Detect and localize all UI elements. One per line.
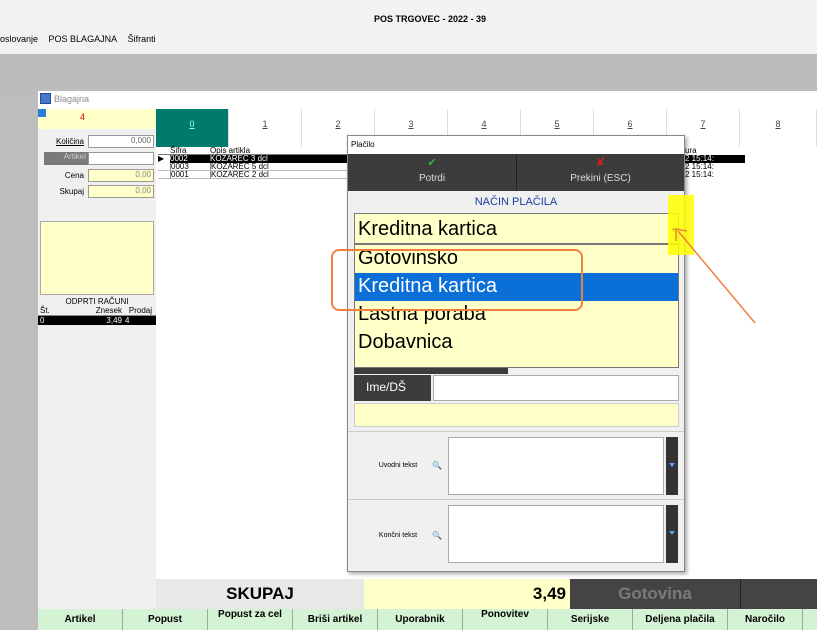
artikel-label: Artikel xyxy=(44,152,88,165)
menu-item-poslovanje[interactable]: oslovanje xyxy=(0,34,38,44)
uvodni-search-icon[interactable]: 🔍 xyxy=(432,461,442,470)
ime-input[interactable] xyxy=(433,375,679,401)
option-dobavnica[interactable]: Dobavnica xyxy=(355,329,678,357)
menu-bar: oslovanje POS BLAGAJNA Šifranti xyxy=(0,34,164,50)
odprti-header: Št. Znesek Prodaj xyxy=(38,306,156,316)
kolicina-label: Količina xyxy=(55,137,84,146)
col-sifra: Šifra xyxy=(170,146,187,155)
ponovitev-button[interactable]: Ponovitev xyxy=(463,609,548,630)
items-table: Šifra Opis artikla ▶ 0002 KOZAREC 3 dcl … xyxy=(158,147,348,179)
cell-opis: KOZAREC 2 dcl xyxy=(210,171,346,179)
koncni-section: Končni tekst 🔍 xyxy=(348,499,684,571)
popust-cel-button[interactable]: Popust za cel xyxy=(208,609,293,630)
refresh-icon[interactable] xyxy=(38,109,46,117)
odprti-col-znesek: Znesek xyxy=(95,306,122,315)
kolicina-input[interactable]: 0,000 xyxy=(88,135,154,148)
cena-label: Cena xyxy=(64,171,84,180)
odprti-col-st: Št. xyxy=(40,306,50,315)
potrdi-button[interactable]: ✔ Potrdi xyxy=(348,154,516,191)
odprti-row[interactable]: 0 3,49 4 xyxy=(38,316,156,325)
function-buttons: Artikel Popust Popust za cel Briši artik… xyxy=(38,609,817,630)
row-pointer-icon: ▶ xyxy=(158,155,170,163)
skupaj-total-label: SKUPAJ xyxy=(156,579,364,609)
deljena-placila-button[interactable]: Deljena plačila xyxy=(633,609,728,630)
tab-1[interactable]: 1 xyxy=(229,109,302,147)
check-icon: ✔ xyxy=(427,157,437,169)
window-titlebar: Blagajna xyxy=(38,91,817,109)
annotation-arrow xyxy=(675,228,756,324)
tab-0[interactable]: 0 xyxy=(156,109,229,147)
tab-8[interactable]: 8 xyxy=(740,109,817,147)
koncni-search-icon[interactable]: 🔍 xyxy=(432,531,442,540)
uvodni-section: Uvodni tekst 🔍 xyxy=(348,431,684,499)
odprti-title: ODPRTI RAČUNI xyxy=(65,297,129,306)
koncni-textarea[interactable] xyxy=(448,505,664,563)
serijske-button[interactable]: Serijske xyxy=(548,609,633,630)
highlight-frame xyxy=(331,249,583,311)
prekini-button[interactable]: ✘ Prekini (ESC) xyxy=(516,154,684,191)
narocilo-button[interactable]: Naročilo xyxy=(728,609,803,630)
brisi-artikel-button[interactable]: Briši artikel xyxy=(293,609,378,630)
potrdi-label: Potrdi xyxy=(418,173,446,184)
cena-value: 0,00 xyxy=(88,169,154,182)
artikel-input[interactable] xyxy=(88,152,154,165)
gotovina-button[interactable]: Gotovina xyxy=(570,579,740,609)
ime-detail-field[interactable] xyxy=(354,403,679,427)
ime-label: Ime/DŠ xyxy=(354,375,431,401)
uvodni-textarea[interactable] xyxy=(448,437,664,495)
skupaj-total-value: 3,49 xyxy=(364,579,570,609)
placilo-dialog: Plačilo ✔ Potrdi ✘ Prekini (ESC) NAČIN P… xyxy=(347,135,685,572)
uporabnik-button[interactable]: Uporabnik xyxy=(378,609,463,630)
info-box xyxy=(40,221,154,295)
ime-row: Ime/DŠ xyxy=(354,375,679,401)
cancel-icon: ✘ xyxy=(595,157,606,169)
odprti-cell-prodaj: 4 xyxy=(125,316,130,325)
totals-extra xyxy=(740,579,817,609)
popust-button[interactable]: Popust xyxy=(123,609,208,630)
cell-sifra: 0001 xyxy=(170,171,210,179)
artikel-button[interactable]: Artikel xyxy=(38,609,123,630)
col-opis: Opis artikla xyxy=(210,146,251,155)
toolbar-area xyxy=(0,54,817,94)
table-row[interactable]: 0001 KOZAREC 2 dcl xyxy=(158,171,348,179)
nacin-placila-label: NAČIN PLAČILA xyxy=(474,196,558,208)
skupaj-label: Skupaj xyxy=(59,187,84,196)
cell-opis: KOZAREC 5 dcl xyxy=(210,163,346,171)
app-title: POS TRGOVEC - 2022 - 39 xyxy=(373,14,487,24)
hidden-control xyxy=(354,368,508,374)
menu-item-sifranti[interactable]: Šifranti xyxy=(128,34,156,44)
window-title: Blagajna xyxy=(54,94,90,104)
window-icon xyxy=(40,93,51,104)
left-panel: 4 Količina 0,000 Artikel Cena 0,00 Skupa… xyxy=(38,109,156,627)
totals-bar: SKUPAJ 3,49 Gotovina xyxy=(156,579,817,609)
cell-ura: 2 15:14: xyxy=(685,170,714,179)
odprti-cell-st: 0 xyxy=(40,316,45,325)
dialog-title: Plačilo xyxy=(348,136,684,154)
skupaj-value: 0,00 xyxy=(88,185,154,198)
odprti-cell-znesek: 3,49 xyxy=(106,316,122,325)
cell-sifra: 0003 xyxy=(170,163,210,171)
nacin-placila-value: Kreditna kartica xyxy=(358,218,497,240)
prekini-label: Prekini (ESC) xyxy=(570,173,631,184)
koncni-scroll[interactable] xyxy=(666,505,678,563)
odprti-racuni: ODPRTI RAČUNI Št. Znesek Prodaj 0 3,49 4 xyxy=(38,297,156,325)
nacin-placila-select[interactable]: Kreditna kartica xyxy=(354,213,679,244)
counter-box: 4 xyxy=(38,109,156,129)
odprti-col-prodaj: Prodaj xyxy=(128,306,152,315)
menu-item-pos-blagajna[interactable]: POS BLAGAJNA xyxy=(49,34,118,44)
time-column: ura 2 15:14: 2 15:14: 2 15:14: xyxy=(685,147,745,179)
counter-value: 4 xyxy=(80,112,86,122)
uvodni-scroll[interactable] xyxy=(666,437,678,495)
